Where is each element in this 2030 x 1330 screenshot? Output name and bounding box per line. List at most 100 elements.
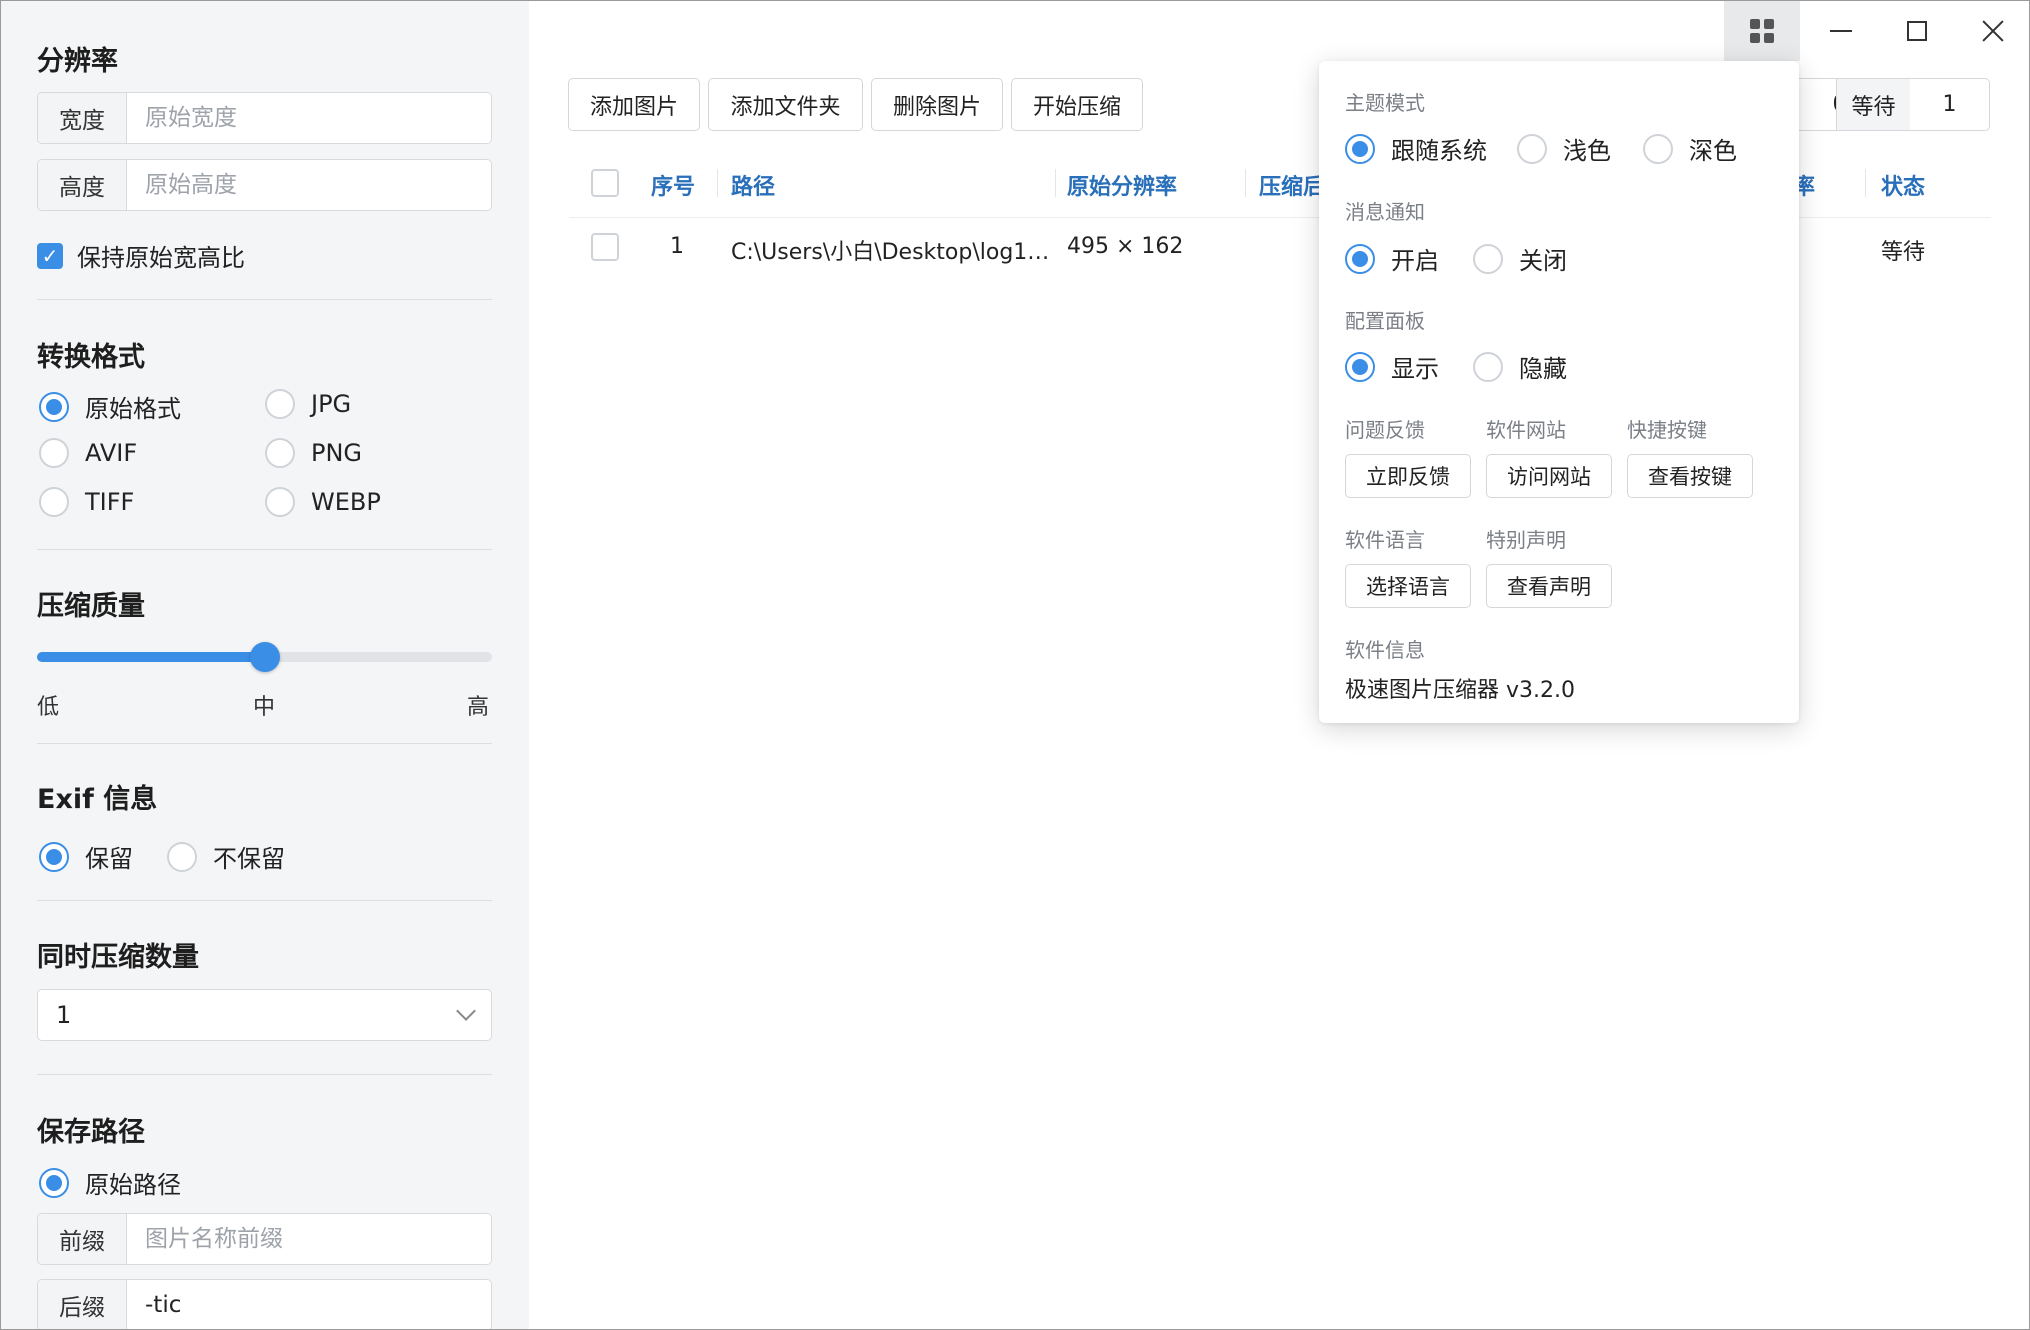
maximize-button[interactable] xyxy=(1879,1,1955,61)
header-separator xyxy=(1055,169,1056,197)
radio-dot xyxy=(1517,133,1547,164)
format-original-radio[interactable]: 原始格式 xyxy=(39,389,181,424)
grid-menu-icon xyxy=(1750,19,1774,43)
info-label: 软件信息 xyxy=(1345,638,1425,662)
exif-keep-radio[interactable]: 保留 xyxy=(39,839,133,874)
header-path[interactable]: 路径 xyxy=(731,169,775,201)
chevron-down-icon xyxy=(456,1001,476,1021)
format-png-radio[interactable]: PNG xyxy=(265,438,362,468)
feedback-label: 问题反馈 xyxy=(1345,418,1425,442)
row-checkbox[interactable] xyxy=(591,233,619,261)
prefix-input[interactable] xyxy=(127,1214,491,1264)
minimize-button[interactable] xyxy=(1803,1,1879,61)
radio-dot xyxy=(39,391,69,422)
header-compressed[interactable]: 压缩后 xyxy=(1259,169,1325,201)
format-webp-radio[interactable]: WEBP xyxy=(265,487,381,517)
select-all-checkbox[interactable] xyxy=(591,169,619,197)
theme-light-label: 浅色 xyxy=(1563,137,1611,165)
config-sidebar: 分辨率 宽度 高度 ✓ 保持原始宽高比 转换格式 原始格式 JPG AVIF xyxy=(1,1,529,1329)
save-original-path-radio[interactable]: 原始路径 xyxy=(39,1165,181,1200)
checkmark-icon: ✓ xyxy=(37,242,63,269)
slider-fill xyxy=(37,652,265,662)
concurrency-title: 同时压缩数量 xyxy=(37,942,199,973)
header-separator xyxy=(1865,169,1866,197)
header-index[interactable]: 序号 xyxy=(651,169,695,201)
theme-label: 主题模式 xyxy=(1345,91,1425,115)
add-images-button[interactable]: 添加图片 xyxy=(568,78,700,131)
maximize-icon xyxy=(1907,21,1927,41)
view-shortcuts-button[interactable]: 查看按键 xyxy=(1627,454,1753,498)
divider xyxy=(37,299,492,300)
format-webp-label: WEBP xyxy=(311,488,381,516)
header-separator xyxy=(717,169,718,197)
radio-dot xyxy=(1473,243,1503,274)
suffix-input[interactable] xyxy=(127,1280,491,1329)
app-version-text: 极速图片压缩器 v3.2.0 xyxy=(1345,678,1575,703)
notification-label: 消息通知 xyxy=(1345,200,1425,224)
width-input[interactable] xyxy=(127,93,491,143)
save-original-path-label: 原始路径 xyxy=(85,1171,181,1199)
divider xyxy=(37,1074,492,1075)
concurrency-select[interactable]: 1 xyxy=(37,989,492,1041)
format-jpg-radio[interactable]: JPG xyxy=(265,389,351,419)
theme-system-label: 跟随系统 xyxy=(1391,137,1487,165)
slider-thumb[interactable] xyxy=(249,642,280,672)
format-avif-radio[interactable]: AVIF xyxy=(39,438,137,468)
config-panel-hide-radio[interactable]: 隐藏 xyxy=(1473,349,1567,384)
notification-on-label: 开启 xyxy=(1391,247,1439,275)
radio-dot xyxy=(1473,351,1503,382)
format-original-label: 原始格式 xyxy=(85,395,181,423)
radio-dot xyxy=(1345,243,1375,274)
format-tiff-label: TIFF xyxy=(85,488,135,516)
save-path-title: 保存路径 xyxy=(37,1117,145,1148)
settings-menu-button[interactable] xyxy=(1724,1,1800,61)
quality-title: 压缩质量 xyxy=(37,591,145,622)
view-statement-button[interactable]: 查看声明 xyxy=(1486,564,1612,608)
theme-dark-radio[interactable]: 深色 xyxy=(1643,131,1737,166)
close-button[interactable] xyxy=(1955,1,2029,61)
format-title: 转换格式 xyxy=(37,342,145,373)
select-language-button[interactable]: 选择语言 xyxy=(1345,564,1471,608)
main-panel: 添加图片 添加文件夹 删除图片 开始压缩 0 等待 1 序号 路径 原始分辨率 … xyxy=(529,1,2029,1329)
divider xyxy=(37,900,492,901)
theme-light-radio[interactable]: 浅色 xyxy=(1517,131,1611,166)
config-panel-show-label: 显示 xyxy=(1391,355,1439,383)
quality-slider[interactable] xyxy=(37,642,492,672)
visit-website-button[interactable]: 访问网站 xyxy=(1486,454,1612,498)
add-folder-button[interactable]: 添加文件夹 xyxy=(708,78,863,131)
waiting-label-box: 等待 xyxy=(1836,78,1911,131)
exif-keep-label: 保留 xyxy=(85,845,133,873)
format-png-label: PNG xyxy=(311,439,363,467)
header-status[interactable]: 状态 xyxy=(1881,169,1925,201)
keep-ratio-checkbox[interactable]: ✓ 保持原始宽高比 xyxy=(37,238,245,273)
divider xyxy=(37,549,492,550)
width-field: 宽度 xyxy=(37,92,492,144)
height-label: 高度 xyxy=(38,160,127,210)
exif-title: Exif 信息 xyxy=(37,784,158,815)
format-tiff-radio[interactable]: TIFF xyxy=(39,487,134,517)
feedback-button[interactable]: 立即反馈 xyxy=(1345,454,1471,498)
suffix-label: 后缀 xyxy=(38,1280,127,1329)
delete-images-button[interactable]: 删除图片 xyxy=(871,78,1003,131)
start-compress-button[interactable]: 开始压缩 xyxy=(1011,78,1143,131)
quality-low-label: 低 xyxy=(37,695,60,720)
prefix-field: 前缀 xyxy=(37,1213,492,1265)
height-input[interactable] xyxy=(127,160,491,210)
row-original-resolution: 495 × 162 xyxy=(1067,234,1184,259)
config-panel-hide-label: 隐藏 xyxy=(1519,355,1567,383)
theme-system-radio[interactable]: 跟随系统 xyxy=(1345,131,1487,166)
header-original-resolution[interactable]: 原始分辨率 xyxy=(1067,169,1177,201)
radio-dot xyxy=(39,1167,69,1198)
exif-discard-radio[interactable]: 不保留 xyxy=(167,839,285,874)
header-separator xyxy=(1245,169,1246,197)
radio-dot xyxy=(1345,133,1375,164)
prefix-label: 前缀 xyxy=(38,1214,127,1264)
language-label: 软件语言 xyxy=(1345,528,1425,552)
radio-dot xyxy=(39,841,69,872)
quality-high-label: 高 xyxy=(467,695,490,720)
notification-on-radio[interactable]: 开启 xyxy=(1345,241,1439,276)
notification-off-radio[interactable]: 关闭 xyxy=(1473,241,1567,276)
width-label: 宽度 xyxy=(38,93,127,143)
minimize-icon xyxy=(1830,30,1852,32)
config-panel-show-radio[interactable]: 显示 xyxy=(1345,349,1439,384)
